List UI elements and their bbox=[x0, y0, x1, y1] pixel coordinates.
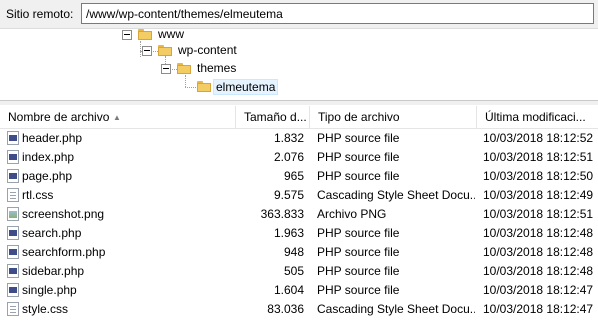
file-size: 965 bbox=[283, 169, 304, 183]
tree-node-wp-content[interactable]: wp-content bbox=[178, 43, 237, 57]
file-list-header: Nombre de archivo ▲ Tamaño d... Tipo de … bbox=[0, 106, 598, 129]
table-row[interactable]: index.php 2.076 PHP source file 10/03/20… bbox=[0, 148, 598, 167]
file-rows: header.php 1.832 PHP source file 10/03/2… bbox=[0, 129, 598, 319]
file-size: 1.963 bbox=[273, 226, 304, 240]
file-modified: 10/03/2018 18:12:48 bbox=[483, 264, 593, 278]
remote-site-label: Sitio remoto: bbox=[6, 7, 74, 21]
file-size: 948 bbox=[283, 245, 304, 259]
column-header-size[interactable]: Tamaño d... bbox=[236, 106, 310, 128]
file-type: Archivo PNG bbox=[317, 207, 387, 221]
file-size: 9.575 bbox=[273, 188, 304, 202]
php-file-icon bbox=[7, 245, 19, 259]
css-file-icon bbox=[7, 188, 19, 202]
file-name: page.php bbox=[22, 169, 73, 183]
tree-connector bbox=[185, 75, 186, 87]
php-file-icon bbox=[7, 131, 19, 145]
file-name: header.php bbox=[22, 131, 83, 145]
file-modified: 10/03/2018 18:12:47 bbox=[483, 283, 593, 297]
tree-node-themes[interactable]: themes bbox=[197, 61, 236, 75]
file-type: Cascading Style Sheet Docu... bbox=[317, 302, 475, 316]
table-row[interactable]: screenshot.png 363.833 Archivo PNG 10/03… bbox=[0, 205, 598, 224]
file-size: 83.036 bbox=[267, 302, 304, 316]
remote-file-list: Nombre de archivo ▲ Tamaño d... Tipo de … bbox=[0, 106, 598, 327]
tree-node-elmeutema[interactable]: elmeutema bbox=[213, 79, 279, 95]
file-type: PHP source file bbox=[317, 226, 400, 240]
folder-icon bbox=[197, 81, 211, 92]
remote-directory-tree: www wp-content themes elmeutema bbox=[0, 27, 598, 99]
table-row[interactable]: page.php 965 PHP source file 10/03/2018 … bbox=[0, 167, 598, 186]
collapse-toggle-themes[interactable] bbox=[161, 64, 171, 74]
table-row[interactable]: searchform.php 948 PHP source file 10/03… bbox=[0, 243, 598, 262]
file-size: 363.833 bbox=[260, 207, 304, 221]
folder-icon bbox=[177, 63, 191, 74]
file-type: PHP source file bbox=[317, 245, 400, 259]
column-header-modified[interactable]: Última modificaci... bbox=[477, 106, 598, 128]
pane-splitter[interactable] bbox=[0, 100, 598, 105]
column-header-type-label: Tipo de archivo bbox=[318, 110, 400, 124]
file-modified: 10/03/2018 18:12:48 bbox=[483, 245, 593, 259]
column-header-name-label: Nombre de archivo bbox=[8, 110, 110, 124]
php-file-icon bbox=[7, 226, 19, 240]
table-row[interactable]: search.php 1.963 PHP source file 10/03/2… bbox=[0, 224, 598, 243]
file-name: style.css bbox=[22, 302, 69, 316]
css-file-icon bbox=[7, 302, 19, 316]
file-name: searchform.php bbox=[22, 245, 106, 259]
table-row[interactable]: header.php 1.832 PHP source file 10/03/2… bbox=[0, 129, 598, 148]
png-file-icon bbox=[7, 207, 19, 221]
file-modified: 10/03/2018 18:12:48 bbox=[483, 226, 593, 240]
file-type: Cascading Style Sheet Docu... bbox=[317, 188, 475, 202]
file-modified: 10/03/2018 18:12:51 bbox=[483, 207, 593, 221]
file-type: PHP source file bbox=[317, 283, 400, 297]
remote-path-input[interactable] bbox=[81, 3, 594, 24]
table-row[interactable]: sidebar.php 505 PHP source file 10/03/20… bbox=[0, 262, 598, 281]
file-name: single.php bbox=[22, 283, 77, 297]
tree-node-www[interactable]: www bbox=[158, 27, 184, 41]
file-name: screenshot.png bbox=[22, 207, 105, 221]
column-header-type[interactable]: Tipo de archivo bbox=[310, 106, 477, 128]
file-modified: 10/03/2018 18:12:52 bbox=[483, 131, 593, 145]
php-file-icon bbox=[7, 150, 19, 164]
file-name: sidebar.php bbox=[22, 264, 85, 278]
file-modified: 10/03/2018 18:12:51 bbox=[483, 150, 593, 164]
sort-ascending-icon: ▲ bbox=[113, 113, 121, 122]
folder-icon bbox=[158, 45, 172, 56]
folder-icon bbox=[138, 29, 152, 40]
file-type: PHP source file bbox=[317, 131, 400, 145]
table-row[interactable]: single.php 1.604 PHP source file 10/03/2… bbox=[0, 281, 598, 300]
table-row[interactable]: rtl.css 9.575 Cascading Style Sheet Docu… bbox=[0, 186, 598, 205]
tree-connector bbox=[140, 41, 141, 57]
file-type: PHP source file bbox=[317, 264, 400, 278]
file-type: PHP source file bbox=[317, 169, 400, 183]
file-name: rtl.css bbox=[22, 188, 54, 202]
column-header-modified-label: Última modificaci... bbox=[485, 110, 586, 124]
column-header-size-label: Tamaño d... bbox=[244, 110, 307, 124]
file-type: PHP source file bbox=[317, 150, 400, 164]
php-file-icon bbox=[7, 264, 19, 278]
collapse-toggle-www[interactable] bbox=[122, 30, 132, 40]
remote-site-bar: Sitio remoto: bbox=[0, 0, 598, 29]
php-file-icon bbox=[7, 283, 19, 297]
file-size: 505 bbox=[283, 264, 304, 278]
collapse-toggle-wp-content[interactable] bbox=[142, 46, 152, 56]
file-name: index.php bbox=[22, 150, 75, 164]
file-size: 2.076 bbox=[273, 150, 304, 164]
file-modified: 10/03/2018 18:12:50 bbox=[483, 169, 593, 183]
column-header-name[interactable]: Nombre de archivo ▲ bbox=[0, 106, 236, 128]
file-modified: 10/03/2018 18:12:49 bbox=[483, 188, 593, 202]
file-name: search.php bbox=[22, 226, 82, 240]
file-size: 1.832 bbox=[273, 131, 304, 145]
file-size: 1.604 bbox=[273, 283, 304, 297]
file-modified: 10/03/2018 18:12:47 bbox=[483, 302, 593, 316]
table-row[interactable]: style.css 83.036 Cascading Style Sheet D… bbox=[0, 300, 598, 319]
php-file-icon bbox=[7, 169, 19, 183]
